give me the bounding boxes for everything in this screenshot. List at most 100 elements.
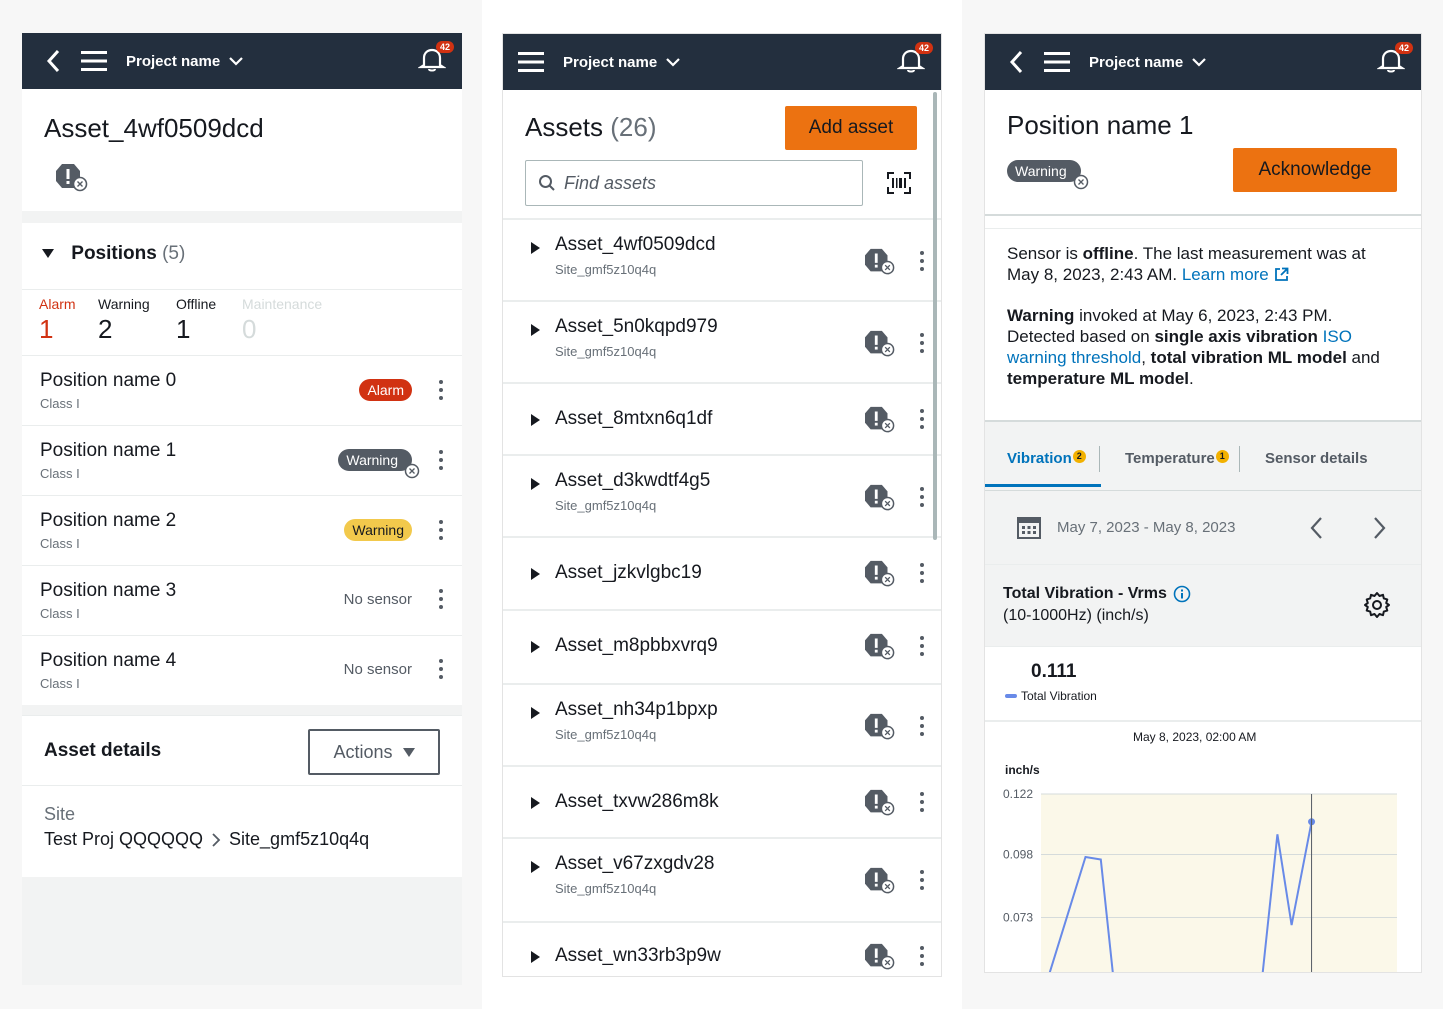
caret-right-icon[interactable] xyxy=(531,707,540,719)
msg-bold: total vibration ML model xyxy=(1150,348,1347,367)
metric-title-row: Total Vibration - Vrms xyxy=(1003,585,1403,603)
asset-row[interactable]: Asset_4wf0509dcd Site_gmf5z10q4q xyxy=(503,220,941,302)
info-icon[interactable] xyxy=(1173,585,1191,603)
caret-right-icon[interactable] xyxy=(531,414,540,426)
next-range-icon[interactable] xyxy=(1373,516,1387,540)
status-text: No sensor xyxy=(343,590,412,608)
caret-right-icon[interactable] xyxy=(531,478,540,490)
previous-range-icon[interactable] xyxy=(1309,516,1323,540)
project-selector[interactable]: Project name xyxy=(1089,54,1207,71)
more-options-icon[interactable] xyxy=(919,792,925,812)
scan-qr-icon[interactable] xyxy=(887,172,911,199)
msg-bold: temperature ML model xyxy=(1007,369,1190,388)
offline-alert-icon xyxy=(865,330,895,357)
site-breadcrumb: Test Proj QQQQQQ Site_gmf5z10q4q xyxy=(44,829,440,850)
metric-subtitle: (10-1000Hz) (inch/s) xyxy=(1003,607,1149,624)
more-options-icon[interactable] xyxy=(919,563,925,583)
hamburger-menu-icon[interactable] xyxy=(1043,51,1071,73)
metric-value: 0.111 xyxy=(1031,661,1077,682)
metric-value-panel: 0.111 Total Vibration xyxy=(985,646,1421,722)
count-maintenance: Maintenance 0 xyxy=(242,296,322,345)
status-badge-offline: Warning xyxy=(338,449,420,479)
position-row[interactable]: Position name 4 Class I No sensor xyxy=(22,635,462,705)
more-options-icon[interactable] xyxy=(919,870,925,890)
tab-temperature[interactable]: Temperature 1 xyxy=(1125,450,1229,467)
notifications-bell-icon[interactable]: 42 xyxy=(417,41,454,75)
more-options-icon[interactable] xyxy=(919,251,925,271)
date-range-row: May 7, 2023 - May 8, 2023 xyxy=(985,490,1421,564)
more-options-icon[interactable] xyxy=(438,589,444,609)
asset-row[interactable]: Asset_wn33rb3p9w xyxy=(503,923,941,976)
more-options-icon[interactable] xyxy=(438,450,444,470)
caret-right-icon[interactable] xyxy=(531,951,540,963)
metric-title: Total Vibration - Vrms xyxy=(1003,585,1167,602)
position-actions: Alarm xyxy=(359,379,444,401)
notifications-bell-icon[interactable]: 42 xyxy=(896,42,933,76)
more-options-icon[interactable] xyxy=(919,487,925,507)
more-options-icon[interactable] xyxy=(919,333,925,353)
asset-row[interactable]: Asset_jzkvlgbc19 xyxy=(503,538,941,611)
search-icon xyxy=(539,175,555,191)
back-icon[interactable] xyxy=(42,49,64,73)
status-badge: Warning xyxy=(1007,160,1081,182)
caret-right-icon[interactable] xyxy=(531,641,540,653)
scrollbar[interactable] xyxy=(933,92,937,540)
position-row[interactable]: Position name 2 Class I Warning xyxy=(22,495,462,565)
status-badge-offline: Warning xyxy=(1007,160,1088,190)
asset-row[interactable]: Asset_v67zxgdv28 Site_gmf5z10q4q xyxy=(503,839,941,923)
more-options-icon[interactable] xyxy=(919,946,925,966)
more-options-icon[interactable] xyxy=(438,659,444,679)
settings-gear-icon[interactable] xyxy=(1363,591,1391,619)
asset-row-actions xyxy=(863,328,925,358)
calendar-icon[interactable] xyxy=(1017,517,1041,539)
caret-right-icon[interactable] xyxy=(531,242,540,254)
acknowledge-button[interactable]: Acknowledge xyxy=(1233,148,1397,192)
date-range-text[interactable]: May 7, 2023 - May 8, 2023 xyxy=(1057,519,1235,536)
breadcrumb-project[interactable]: Test Proj QQQQQQ xyxy=(44,829,203,850)
more-options-icon[interactable] xyxy=(919,409,925,429)
learn-more-link[interactable]: Learn more xyxy=(1182,265,1269,284)
position-actions: Warning xyxy=(338,449,444,479)
assets-list-screen: Project name 42 Assets (26) Add asset Fi… xyxy=(502,33,942,977)
position-row[interactable]: Position name 3 Class I No sensor xyxy=(22,565,462,635)
actions-button[interactable]: Actions xyxy=(308,729,440,775)
more-options-icon[interactable] xyxy=(919,716,925,736)
msg-bold: single axis vibration xyxy=(1154,327,1318,346)
position-row[interactable]: Position name 1 Class I Warning xyxy=(22,425,462,495)
breadcrumb-site[interactable]: Site_gmf5z10q4q xyxy=(229,829,369,850)
site-label: Site xyxy=(44,804,76,824)
tab-sensor-details[interactable]: Sensor details xyxy=(1265,450,1368,467)
position-row[interactable]: Position name 0 Class I Alarm xyxy=(22,355,462,425)
tab-badge: 1 xyxy=(1215,450,1229,463)
add-asset-button[interactable]: Add asset xyxy=(785,106,917,150)
search-input[interactable]: Find assets xyxy=(525,160,863,206)
more-options-icon[interactable] xyxy=(438,520,444,540)
more-options-icon[interactable] xyxy=(919,636,925,656)
project-selector[interactable]: Project name xyxy=(563,54,681,71)
asset-row[interactable]: Asset_nh34p1bpxp Site_gmf5z10q4q xyxy=(503,685,941,767)
positions-header[interactable]: Positions (5) xyxy=(22,223,462,289)
caret-right-icon[interactable] xyxy=(531,324,540,336)
asset-row[interactable]: Asset_m8pbbxvrq9 xyxy=(503,611,941,685)
caret-right-icon[interactable] xyxy=(531,797,540,809)
caret-right-icon[interactable] xyxy=(531,861,540,873)
asset-row[interactable]: Asset_txvw286m8k xyxy=(503,767,941,839)
chart-svg[interactable]: inch/s 0.122 0.098 0.073 0.049 xyxy=(985,722,1422,973)
asset-row[interactable]: Asset_5n0kqpd979 Site_gmf5z10q4q xyxy=(503,302,941,384)
tab-vibration[interactable]: Vibration 2 xyxy=(1007,450,1086,467)
count-alarm: Alarm 1 xyxy=(39,296,76,345)
msg-text: and xyxy=(1346,348,1380,367)
asset-row[interactable]: Asset_d3kwdtf4g5 Site_gmf5z10q4q xyxy=(503,456,941,538)
asset-row[interactable]: Asset_8mtxn6q1df xyxy=(503,384,941,456)
asset-header: Asset_4wf0509dcd xyxy=(22,89,462,211)
asset-row-actions xyxy=(863,631,925,661)
legend-item: Total Vibration xyxy=(1005,689,1097,703)
hamburger-menu-icon[interactable] xyxy=(80,50,108,72)
caret-right-icon[interactable] xyxy=(531,568,540,580)
hamburger-menu-icon[interactable] xyxy=(517,51,545,73)
more-options-icon[interactable] xyxy=(438,380,444,400)
project-selector[interactable]: Project name xyxy=(126,53,244,70)
back-icon[interactable] xyxy=(1005,50,1027,74)
notifications-bell-icon[interactable]: 42 xyxy=(1376,42,1413,76)
assets-header: Assets (26) Add asset Find assets xyxy=(503,90,941,220)
